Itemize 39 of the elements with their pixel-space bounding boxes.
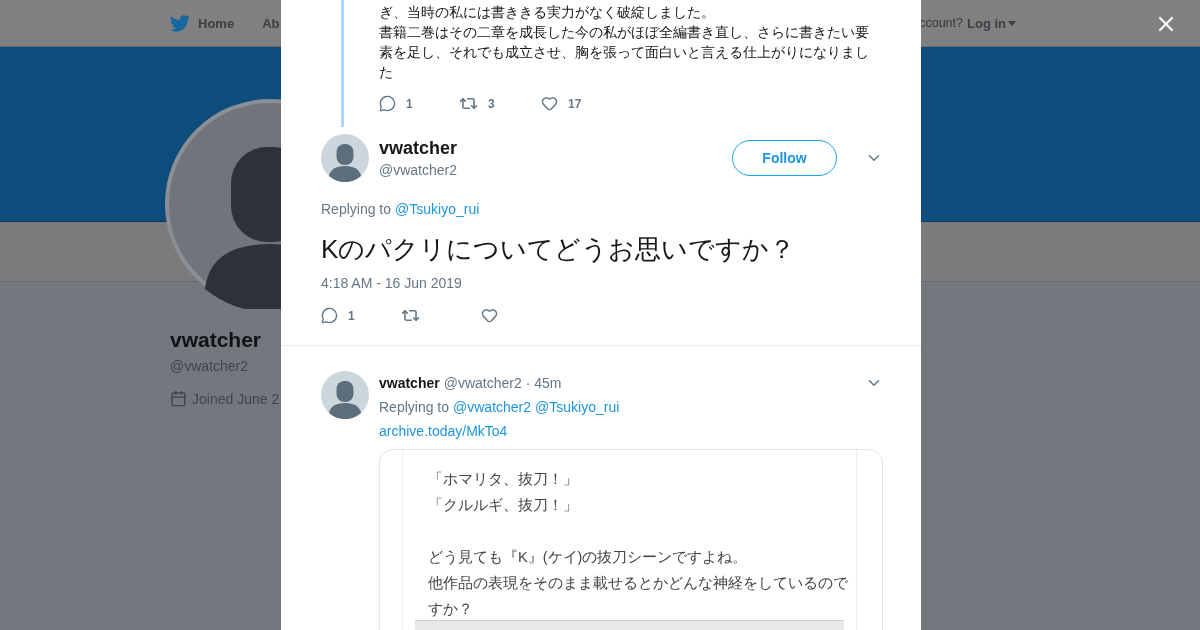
account-prompt: ccount?	[919, 16, 963, 30]
calendar-icon	[170, 390, 187, 407]
mention-link[interactable]: @Tsukiyo_rui	[395, 197, 480, 221]
document-text: 他作品の表現をそのまま載せるとかどんな神経をしているのですか？	[428, 574, 848, 619]
bird-logo-icon	[170, 14, 190, 32]
user-handle: @vwatcher2	[379, 162, 459, 178]
replying-label: Replying to	[379, 398, 450, 417]
login-link[interactable]: Log in	[967, 15, 1016, 31]
archive-link[interactable]: archive.today/MkTo4	[379, 419, 508, 443]
mention-link[interactable]: @vwatcher2	[453, 395, 532, 419]
tweet-text: 書籍二巻はその二章を成長した今の私がほぼ全編書き直し、さらに書きたい要素を足し、それでも成立させ、胸を張って面白いと言える仕上がりになりました	[379, 23, 870, 82]
like-icon	[481, 307, 498, 324]
follow-button[interactable]: Follow	[732, 140, 837, 176]
profile-name: vwatcher	[170, 328, 263, 352]
tweet-age: · 45m	[525, 374, 562, 393]
tweet-text: Kのパクリについてどうお思いですか？	[321, 233, 797, 266]
user-name: vwatcher	[379, 138, 459, 159]
about-link[interactable]: Ab	[262, 15, 280, 31]
like-icon	[541, 95, 558, 112]
reply-icon	[379, 95, 396, 112]
like-button[interactable]: 17	[541, 95, 621, 112]
tweet-timestamp: 4:18 AM - 16 Jun 2019	[321, 275, 463, 291]
user-handle: @vwatcher2	[443, 374, 522, 393]
user-avatar	[321, 134, 369, 182]
retweet-button[interactable]: 3	[459, 94, 541, 113]
home-link[interactable]: Home	[170, 14, 235, 32]
user-avatar	[321, 371, 369, 419]
caret-icon	[1008, 20, 1016, 26]
reply-button[interactable]: 1	[379, 95, 459, 112]
reply-button[interactable]: 1	[321, 307, 401, 324]
document-text: どう見ても『K』(ケイ)の抜刀シーンですよね。	[428, 548, 749, 567]
mention-link[interactable]: @Tsukiyo_rui	[535, 395, 620, 419]
image-card[interactable]: 「ホマリタ、抜刀！」 「クルルギ、抜刀！」 どう見ても『K』(ケイ)の抜刀シーンですよね。 他作品の表現をそのまま載せるとかどんな神経をしているのですか？	[379, 449, 883, 630]
replying-label: Replying to	[321, 200, 392, 219]
reply-icon	[321, 307, 338, 324]
tweet-text: ぎ、当時の私には書ききる実力がなく破綻しました。	[379, 3, 716, 22]
quote-line: 「クルルギ、抜刀！」	[428, 496, 579, 515]
user-name: vwatcher	[379, 374, 440, 393]
quote-line: 「ホマリタ、抜刀！」	[428, 470, 579, 489]
